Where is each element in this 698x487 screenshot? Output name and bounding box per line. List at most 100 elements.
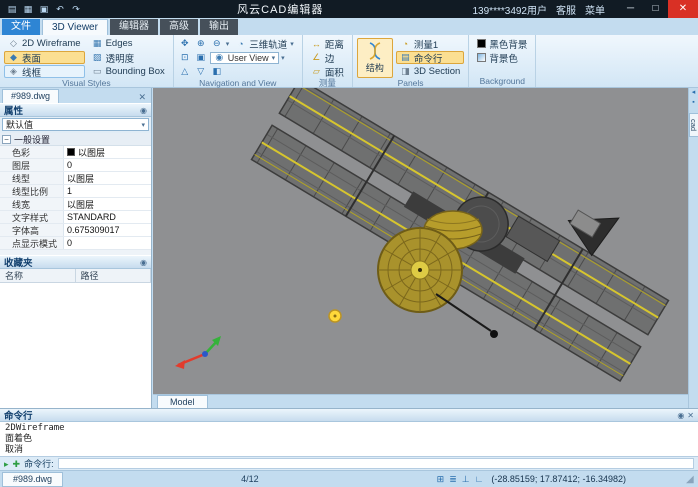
default-value-combo[interactable]: 默认值 ▾	[2, 118, 149, 131]
walk-icon[interactable]: △	[178, 66, 192, 78]
favorites-columns: 名称 路径	[0, 269, 151, 283]
menu-button[interactable]: 菜单	[585, 2, 605, 17]
fly-icon[interactable]: ▽	[194, 66, 208, 78]
command-input-field[interactable]	[58, 458, 694, 469]
save-icon[interactable]: ▣	[38, 3, 50, 15]
black-background-button[interactable]: 黑色背景	[473, 37, 531, 50]
structure-panel-button[interactable]: 结构	[357, 38, 393, 78]
new-file-icon[interactable]: ▦	[22, 3, 34, 15]
property-row[interactable]: 色彩 以图层	[0, 146, 151, 159]
pan-icon[interactable]: ✥	[178, 38, 192, 50]
measure1-panel-button[interactable]: ◔ 测量1	[396, 37, 464, 50]
tab-model[interactable]: Model	[157, 395, 208, 408]
zoom-extents-icon[interactable]: ▣	[194, 52, 208, 64]
property-row[interactable]: 点显示模式 0	[0, 237, 151, 250]
panel-pin-icon[interactable]: ▪	[689, 98, 698, 108]
orbit-button[interactable]: ◔ 三维轨道 ▾	[231, 37, 298, 50]
window-controls: ─ □ ✕	[618, 0, 698, 18]
property-group-row[interactable]: − 一般设置	[0, 133, 151, 146]
statusbar-doc-tab[interactable]: #989.dwg	[2, 472, 63, 487]
command-history[interactable]: 2DWireframe 面着色 取消	[0, 422, 698, 456]
maximize-button[interactable]: □	[643, 0, 668, 18]
redo-icon[interactable]: ↷	[70, 3, 82, 15]
chevron-down-icon[interactable]: ▾	[226, 40, 230, 48]
tab-output[interactable]: 输出	[200, 19, 238, 35]
2d-wireframe-button[interactable]: ◇ 2D Wireframe	[4, 37, 85, 50]
view-cube-icon[interactable]: ◧	[210, 66, 224, 78]
tab-3d-viewer[interactable]: 3D Viewer	[42, 19, 108, 35]
command-prompt-label: 命令行:	[24, 457, 54, 470]
panel-expand-icon[interactable]: ◂	[689, 88, 698, 98]
snap-toggle-icon[interactable]: ≣	[449, 474, 457, 485]
resize-grip[interactable]: ◢	[686, 472, 698, 487]
close-icon[interactable]: ✕	[135, 92, 149, 103]
property-row[interactable]: 线宽 以图层	[0, 198, 151, 211]
osnap-toggle-icon[interactable]: ∟	[475, 474, 484, 485]
layout-tabbar: Model	[153, 394, 688, 408]
pin-icon[interactable]: ◉	[677, 411, 684, 420]
bounding-box-button[interactable]: ▭ Bounding Box	[88, 65, 169, 78]
property-row[interactable]: 线型比例 1	[0, 185, 151, 198]
collapsed-panel-tab[interactable]: cad	[689, 113, 698, 137]
chevron-down-icon: ▾	[290, 40, 294, 48]
customer-service-button[interactable]: 客服	[556, 2, 576, 17]
ribbon: ◇ 2D Wireframe ◆ 表面 ◈ 线框 ▦ Edges	[0, 35, 698, 88]
pin-icon[interactable]: ◉	[140, 258, 147, 267]
undo-icon[interactable]: ↶	[54, 3, 66, 15]
property-row[interactable]: 字体高 0.675309017	[0, 224, 151, 237]
ribbon-spacer	[536, 35, 698, 87]
close-button[interactable]: ✕	[668, 0, 698, 18]
viewport-3d[interactable]	[153, 88, 688, 394]
measure-distance-button[interactable]: ↔ 距离	[307, 37, 348, 50]
grid-toggle-icon[interactable]: ⊞	[437, 474, 445, 485]
chevron-down-icon: ▾	[141, 121, 145, 129]
favorites-col-path[interactable]: 路径	[76, 269, 152, 282]
pin-icon[interactable]: ◉	[140, 106, 147, 115]
property-grid: − 一般设置 色彩 以图层 图层 0 线型 以图层 线型比例 1 线宽 以图层	[0, 133, 151, 250]
favorites-col-name[interactable]: 名称	[0, 269, 76, 282]
chevron-down-icon[interactable]: ▾	[281, 54, 285, 62]
statusbar: #989.dwg 4/12 ⊞ ≣ ⊥ ∟ (-28.85159; 17.874…	[0, 470, 698, 487]
collapse-icon[interactable]: −	[2, 135, 11, 144]
titlebar-right: 139****3492用户 客服 菜单 ─ □ ✕	[473, 0, 698, 18]
titlebar: ▤ ▦ ▣ ↶ ↷ 风云CAD编辑器 139****3492用户 客服 菜单 ─…	[0, 0, 698, 18]
background-color-button[interactable]: 背景色	[473, 51, 531, 64]
orbit-icon: ◔	[235, 38, 246, 49]
zoom-in-icon[interactable]: ⊕	[194, 38, 208, 50]
measure-edge-button[interactable]: ∠ 边	[307, 51, 348, 64]
tab-editor[interactable]: 编辑器	[110, 19, 158, 35]
property-row[interactable]: 线型 以图层	[0, 172, 151, 185]
wireframe-mode-button[interactable]: ◈ 线框	[4, 65, 85, 78]
minimize-button[interactable]: ─	[618, 0, 643, 18]
close-icon[interactable]: ✕	[687, 411, 694, 420]
property-row[interactable]: 文字样式 STANDARD	[0, 211, 151, 224]
group-navigation: ✥ ⊕ ⊖ ▾ ◔ 三维轨道 ▾ ⊡ ▣ ◉ User View	[174, 35, 303, 87]
tab-file[interactable]: 文件	[2, 19, 40, 35]
add-command-icon[interactable]: ✚	[13, 458, 21, 470]
surface-icon: ◆	[8, 52, 19, 63]
ortho-toggle-icon[interactable]: ⊥	[462, 474, 470, 485]
command-history-line: 取消	[5, 445, 693, 456]
3d-section-button[interactable]: ◨ 3D Section	[396, 65, 464, 78]
tab-advanced[interactable]: 高级	[160, 19, 198, 35]
ucs-axis-icon	[175, 336, 221, 369]
measure-area-button[interactable]: ▱ 面积	[307, 65, 348, 78]
prompt-arrow-icon[interactable]: ▸	[4, 458, 9, 470]
transparency-button[interactable]: ▨ 透明度	[88, 51, 169, 64]
app-menu-icon[interactable]: ▤	[6, 3, 18, 15]
zoom-out-icon[interactable]: ⊖	[210, 38, 224, 50]
group-measure: ↔ 距离 ∠ 边 ▱ 面积 测量	[303, 35, 353, 87]
command-panel: 命令行 ◉ ✕ 2DWireframe 面着色 取消	[0, 408, 698, 456]
edges-button[interactable]: ▦ Edges	[88, 37, 169, 50]
zoom-window-icon[interactable]: ⊡	[178, 52, 192, 64]
surface-button[interactable]: ◆ 表面	[4, 51, 85, 64]
user-account[interactable]: 139****3492用户	[473, 2, 548, 17]
document-tab[interactable]: #989.dwg	[2, 89, 59, 103]
command-history-line: 面着色	[5, 434, 693, 445]
properties-header: 属性 ◉	[0, 103, 151, 117]
area-icon: ▱	[311, 66, 322, 77]
view-preset-combo[interactable]: ◉ User View ▾	[210, 52, 279, 64]
command-line-panel-button[interactable]: ▤ 命令行	[396, 51, 464, 64]
property-row[interactable]: 图层 0	[0, 159, 151, 172]
wireframe-icon: ◇	[8, 38, 19, 49]
